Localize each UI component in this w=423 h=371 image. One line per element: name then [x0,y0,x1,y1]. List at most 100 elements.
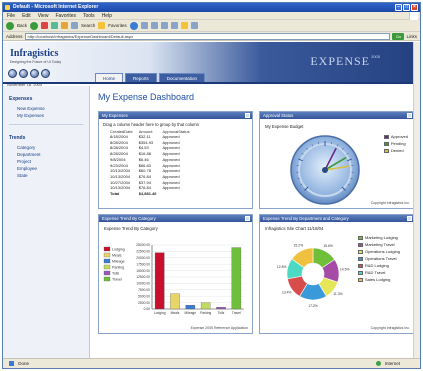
edit-icon[interactable] [170,22,178,29]
y-tick-label: 0.00 [144,307,151,311]
y-tick-label: 7500.00 [138,288,150,292]
tab-strip: Home Reports Documentation [95,73,206,82]
links-button[interactable]: Links [406,34,417,39]
legend-item: R&D Travel [358,270,400,275]
x-tick-label: Tolls [218,311,225,315]
page-title: My Expense Dashboard [98,92,195,102]
nav-underline [3,82,420,84]
legend-label: Sales Lodging [365,277,391,282]
status-text: Done [18,361,30,366]
x-tick-label: Lodging [154,311,166,315]
legend-label: Operations Travel [365,256,397,261]
sidebar-item-project[interactable]: Project [17,159,89,164]
menu-tools[interactable]: Tools [83,12,95,19]
panel-title: Expense Trend By Category [102,216,156,221]
minimize-panel-icon[interactable] [245,113,250,118]
address-label: Address [6,33,23,39]
print-icon[interactable] [160,22,168,29]
go-button[interactable]: Go [392,32,405,40]
vertical-scrollbar[interactable] [413,42,420,358]
menu-view[interactable]: View [38,12,49,19]
legend-item: Approved [383,134,408,139]
back-icon[interactable] [6,21,14,30]
legend-item: Operations Lodging [358,249,400,254]
bar-meals [170,293,180,310]
minimize-panel-icon[interactable] [407,113,412,118]
browser-window: Default - Microsoft Internet Explorer – … [2,2,421,369]
close-button[interactable]: × [411,4,418,11]
total-cell: $4,881.46 [138,191,157,197]
total-row: Total $4,881.46 [107,191,193,197]
menu-help[interactable]: Help [102,12,112,19]
y-tick-label: 25000.00 [136,243,150,247]
minimize-panel-icon[interactable] [245,216,250,221]
favorites-icon[interactable] [98,22,106,29]
chart-title: Expense Trend By Category [104,226,158,231]
sidebar-item-employee[interactable]: Employee [17,166,89,171]
y-tick-label: 2500.00 [138,301,150,305]
legend-item: Denied [383,148,408,153]
search-button[interactable]: Search [81,23,95,28]
sidebar-item-state[interactable]: State [17,173,89,178]
bar-mileage [185,305,196,310]
sidebar-item-new-expense[interactable]: New Expense [17,106,89,111]
slice-label: 11.3% [333,292,342,296]
minimize-button[interactable]: – [395,4,402,11]
y-tick-label: 5000.00 [138,294,150,298]
legend-label: Tolls [112,271,119,275]
legend-swatch [103,264,111,270]
legend-swatch [103,276,111,282]
legend-label: Mileage [112,259,125,263]
nav-orbs [8,69,50,78]
back-button[interactable]: Back [17,23,27,28]
mail-icon[interactable] [150,22,158,29]
favorites-button[interactable]: Favorites [108,23,127,28]
legend-label: Pending [390,141,406,146]
bar-lodging [154,252,165,310]
y-tick-label: 22500.00 [136,250,150,254]
address-input[interactable]: http://localhost/Infragistics/ExpenseDas… [24,32,391,40]
slice-label: 14.5% [340,268,350,272]
sidebar-item-my-expenses[interactable]: My Expenses [17,113,89,118]
folder-icon[interactable] [180,22,188,29]
forward-icon[interactable] [30,21,39,30]
status-bar: Done Internet [3,358,420,368]
x-tick-label: Travel [232,311,241,315]
legend-label: Parking [112,265,124,269]
menu-edit[interactable]: Edit [22,12,31,19]
tab-documentation[interactable]: Documentation [158,73,206,82]
gauge-label: My Expense Budget [265,124,304,129]
home-icon[interactable] [61,22,69,29]
legend-swatch [103,246,111,252]
trend-by-department-panel: Expense Trend By Department and Category… [259,214,415,334]
menu-favorites[interactable]: Favorites [55,12,76,19]
legend-swatch [358,263,363,268]
history-icon[interactable] [140,22,148,29]
expenses-table: CreatedDate Amount ApprovalStatus 8/18/200… [107,129,193,197]
search-icon[interactable] [71,22,79,29]
forward-orb-icon[interactable] [19,69,28,78]
panel-header: Approval Status [260,112,414,119]
tab-reports[interactable]: Reports [125,73,157,82]
research-icon[interactable] [190,22,198,29]
home-orb-icon[interactable] [30,69,39,78]
address-bar: Address http://localhost/Infragistics/Ex… [3,32,420,41]
refresh-icon[interactable] [51,22,59,29]
legend-swatch [358,235,363,240]
toolbar: Back Search Favorites [3,20,420,32]
legend-item: Pending [383,141,408,146]
tab-home[interactable]: Home [95,73,124,82]
minimize-panel-icon[interactable] [407,216,412,221]
ie-icon [5,5,10,10]
back-orb-icon[interactable] [8,69,17,78]
category-bar-chart: 25000.00 22500.00 20000.00 17500.00 15000.00… [103,243,244,315]
sidebar-item-category[interactable]: Category [17,145,89,150]
stop-icon[interactable] [41,22,49,29]
sidebar-item-department[interactable]: Department [17,152,89,157]
media-icon[interactable] [129,21,138,30]
legend-swatch [358,242,363,247]
gauge-legend: Approved Pending Denied [383,134,408,155]
menu-file[interactable]: File [7,12,15,19]
refresh-orb-icon[interactable] [41,69,50,78]
maximize-button[interactable]: □ [403,4,410,11]
